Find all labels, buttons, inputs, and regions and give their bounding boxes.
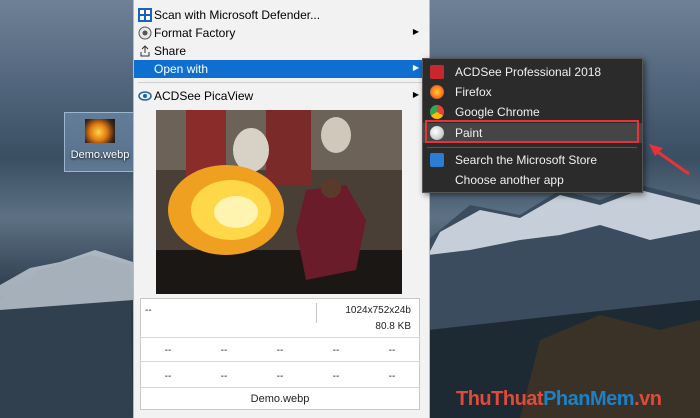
- menu-item-scan-defender[interactable]: Scan with Microsoft Defender...: [134, 6, 427, 24]
- chrome-icon: [430, 105, 444, 119]
- menu-item-share[interactable]: Share: [134, 42, 427, 60]
- watermark-part3: .vn: [634, 388, 662, 410]
- webp-thumbnail: [85, 119, 115, 143]
- info-cell: --: [276, 371, 284, 382]
- submenu-item-firefox[interactable]: Firefox: [423, 82, 642, 102]
- image-dimensions: 1024x752x24b: [345, 305, 411, 316]
- acdsee-pro-icon: [430, 65, 444, 79]
- info-cell: --: [220, 371, 228, 382]
- submenu-arrow-icon: ▶: [412, 90, 419, 99]
- info-cell: --: [332, 345, 340, 356]
- preview-filename: Demo.webp: [250, 393, 310, 405]
- fire-breather-photo: [156, 110, 402, 294]
- menu-item-label: Scan with Microsoft Defender...: [154, 8, 321, 22]
- watermark: ThuThuatPhanMem.vn: [456, 388, 662, 411]
- red-arrow-icon: [649, 144, 690, 176]
- submenu-item-chrome[interactable]: Google Chrome: [423, 102, 642, 122]
- context-menu: Scan with Microsoft Defender... Format F…: [133, 0, 430, 418]
- info-divider: [316, 303, 317, 323]
- acdsee-picaview-icon: [138, 89, 152, 103]
- menu-item-label: ACDSee PicaView: [154, 89, 254, 103]
- info-row-line: [141, 337, 419, 338]
- submenu-item-label: Choose another app: [455, 173, 564, 187]
- format-factory-icon: [138, 26, 152, 40]
- submenu-item-store[interactable]: Search the Microsoft Store: [423, 150, 642, 170]
- info-dash: --: [145, 305, 152, 316]
- watermark-part1: ThuThuat: [456, 388, 544, 410]
- info-cell: --: [276, 345, 284, 356]
- desktop-file-label: Demo.webp: [70, 149, 130, 161]
- submenu-separator: [427, 147, 637, 148]
- submenu-arrow-icon: ▶: [412, 63, 419, 72]
- info-cell: --: [388, 371, 396, 382]
- image-file-size: 80.8 KB: [375, 321, 411, 332]
- info-cell: --: [388, 345, 396, 356]
- watermark-part2: PhanMem: [543, 388, 635, 410]
- menu-separator: [138, 82, 423, 83]
- menu-item-label: Share: [154, 44, 187, 58]
- menu-item-label: Format Factory: [154, 26, 236, 40]
- menu-item-format-factory[interactable]: Format Factory ▶: [134, 24, 427, 42]
- submenu-item-label: Google Chrome: [455, 105, 540, 119]
- defender-icon: [138, 8, 152, 22]
- submenu-arrow-icon: ▶: [412, 27, 419, 36]
- desktop-file-icon[interactable]: Demo.webp: [64, 112, 136, 172]
- submenu-item-label: Search the Microsoft Store: [455, 153, 598, 167]
- submenu-item-label: Firefox: [455, 85, 492, 99]
- submenu-item-choose-another[interactable]: Choose another app: [423, 170, 642, 190]
- info-row-line: [141, 387, 419, 388]
- menu-item-acdsee-picaview[interactable]: ACDSee PicaView ▶: [134, 87, 427, 105]
- info-cell: --: [164, 371, 172, 382]
- menu-item-label: Open with: [154, 62, 209, 76]
- info-cell: --: [332, 371, 340, 382]
- picaview-info-panel: -- 1024x752x24b 80.8 KB -- -- -- -- -- -…: [140, 298, 420, 410]
- paint-highlight-box: [425, 120, 639, 143]
- picaview-preview-image: [156, 110, 402, 294]
- submenu-item-label: ACDSee Professional 2018: [455, 65, 602, 79]
- info-cell: --: [164, 345, 172, 356]
- firefox-icon: [430, 85, 444, 99]
- menu-item-open-with[interactable]: Open with ▶: [134, 60, 427, 78]
- store-icon: [430, 153, 444, 167]
- info-cell: --: [220, 345, 228, 356]
- submenu-item-acdsee-pro[interactable]: ACDSee Professional 2018: [423, 62, 642, 82]
- share-icon: [138, 44, 152, 58]
- info-row-line: [141, 361, 419, 362]
